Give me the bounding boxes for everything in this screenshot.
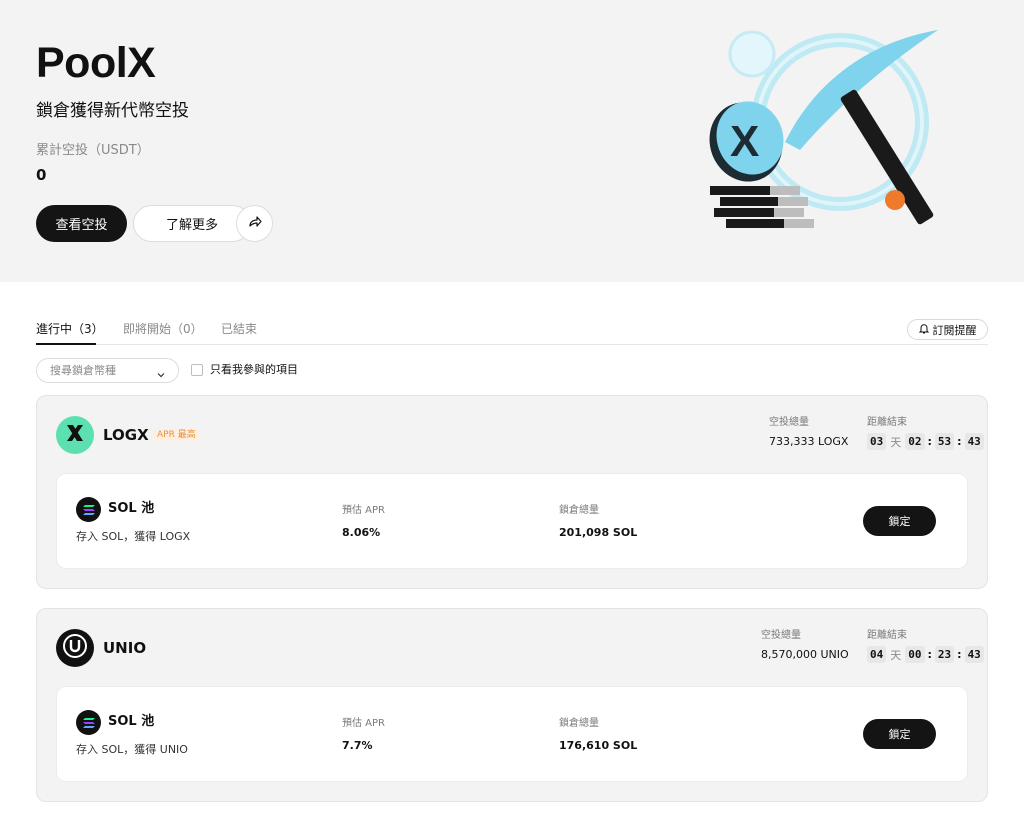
airdrop-total-label: 空投總量 — [769, 417, 809, 428]
learn-more-button[interactable]: 了解更多 — [133, 205, 251, 242]
view-airdrop-button[interactable]: 查看空投 — [36, 205, 127, 242]
bell-icon — [918, 323, 929, 337]
countdown-separator: : — [927, 648, 932, 661]
active-tab-indicator — [36, 343, 96, 345]
share-arrow-icon — [248, 215, 262, 232]
pool-name: SOL 池 — [108, 714, 155, 729]
countdown-day-unit: 天 — [890, 435, 902, 449]
apr-label: 預估 APR — [342, 718, 385, 729]
locked-total-value: 176,610 SOL — [559, 739, 638, 752]
hero-banner: PoolX 鎖倉獲得新代幣空投 累計空投（USDT） 0 查看空投 了解更多 X — [0, 0, 1024, 282]
subscribe-reminder-label: 訂閱提醒 — [932, 323, 977, 337]
logx-x-icon — [64, 422, 86, 448]
apr-highest-badge: APR 最高 — [154, 429, 199, 442]
pool-name: SOL 池 — [108, 501, 155, 516]
pool-description: 存入 SOL，獲得 UNIO — [76, 743, 188, 756]
unio-u-icon — [62, 633, 88, 663]
only-mine-checkbox[interactable] — [191, 364, 203, 376]
pool-card-sol: SOL 池 存入 SOL，獲得 UNIO 預估 APR 7.7% 鎖倉總量 17… — [56, 686, 968, 782]
total-airdrop-value: 0 — [36, 166, 47, 184]
locked-total-label: 鎖倉總量 — [559, 718, 599, 729]
countdown-hours: 02 — [905, 433, 925, 450]
project-card-unio: UNIO 空投總量 8,570,000 UNIO 距離結束 04 天 00 : … — [36, 608, 988, 802]
pool-card-sol: SOL 池 存入 SOL，獲得 LOGX 預估 APR 8.06% 鎖倉總量 2… — [56, 473, 968, 569]
project-card-logx: LOGX APR 最高 空投總量 733,333 LOGX 距離結束 03 天 … — [36, 395, 988, 589]
chevron-down-icon — [156, 365, 166, 384]
apr-value: 8.06% — [342, 526, 381, 539]
page-title: PoolX — [36, 39, 156, 87]
countdown-day-unit: 天 — [890, 648, 902, 662]
countdown-seconds: 43 — [964, 646, 984, 663]
lock-button[interactable]: 鎖定 — [863, 719, 936, 749]
countdown-separator: : — [927, 435, 932, 448]
tab-ongoing[interactable]: 進行中（3） — [36, 321, 104, 337]
solana-icon — [76, 710, 101, 735]
countdown-separator: : — [957, 435, 962, 448]
countdown-hours: 00 — [905, 646, 925, 663]
subscribe-reminder-button[interactable]: 訂閱提醒 — [907, 319, 988, 340]
solana-icon — [76, 497, 101, 522]
pool-description: 存入 SOL，獲得 LOGX — [76, 530, 191, 543]
countdown-separator: : — [957, 648, 962, 661]
svg-text:X: X — [730, 117, 759, 166]
status-tabs: 進行中（3） 即將開始（0） 已結束 — [36, 318, 988, 345]
countdown-minutes: 53 — [934, 433, 955, 450]
countdown-label: 距離結束 — [867, 630, 907, 641]
apr-value: 7.7% — [342, 739, 373, 752]
apr-label: 預估 APR — [342, 505, 385, 516]
countdown-days: 04 — [867, 646, 887, 663]
locked-total-label: 鎖倉總量 — [559, 505, 599, 516]
page-subtitle: 鎖倉獲得新代幣空投 — [36, 101, 189, 121]
share-button[interactable] — [236, 205, 273, 242]
x-coin-pickaxe-illustration: X — [700, 22, 980, 242]
only-mine-label: 只看我參與的項目 — [210, 363, 298, 376]
tab-ended[interactable]: 已結束 — [221, 321, 257, 337]
locked-total-value: 201,098 SOL — [559, 526, 638, 539]
countdown-seconds: 43 — [964, 433, 984, 450]
airdrop-total-value: 8,570,000 UNIO — [761, 648, 849, 661]
countdown-timer: 04 天 00 : 23 : 43 — [867, 646, 984, 663]
countdown-timer: 03 天 02 : 53 : 43 — [867, 433, 984, 450]
airdrop-total-label: 空投總量 — [761, 630, 801, 641]
project-name: UNIO — [103, 639, 147, 657]
airdrop-total-value: 733,333 LOGX — [769, 435, 849, 448]
tab-upcoming[interactable]: 即將開始（0） — [123, 321, 203, 337]
logx-logo — [56, 416, 94, 454]
total-airdrop-label: 累計空投（USDT） — [36, 143, 150, 158]
countdown-minutes: 23 — [934, 646, 955, 663]
token-search-select[interactable] — [36, 358, 179, 383]
unio-logo — [56, 629, 94, 667]
token-search-input[interactable] — [50, 364, 150, 377]
project-name: LOGX — [103, 426, 149, 444]
countdown-label: 距離結束 — [867, 417, 907, 428]
lock-button[interactable]: 鎖定 — [863, 506, 936, 536]
countdown-days: 03 — [867, 433, 887, 450]
